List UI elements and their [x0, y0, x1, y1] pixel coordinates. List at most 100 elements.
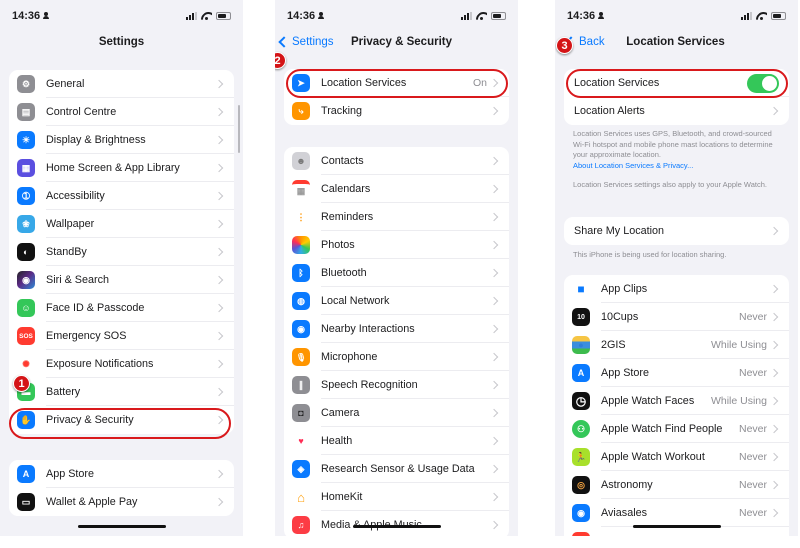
- settings-item-face-id[interactable]: ☺ Face ID & Passcode: [9, 294, 234, 322]
- chevron-right-icon: [214, 469, 224, 479]
- workout-icon: 🏃: [572, 448, 590, 466]
- chevron-right-icon: [489, 324, 499, 334]
- settings-item-display-brightness[interactable]: ☀ Display & Brightness: [9, 126, 234, 154]
- app-icon: [572, 532, 590, 536]
- share-location-note: This iPhone is being used for location s…: [573, 250, 727, 259]
- app-item-watch-faces[interactable]: ◷ Apple Watch Faces While Using: [564, 387, 789, 415]
- permission-value: While Using: [710, 395, 767, 407]
- privacy-item-health[interactable]: ♥ Health: [284, 427, 509, 455]
- permission-value: Never: [738, 479, 767, 491]
- app-item-2gis[interactable]: ● 2GIS While Using: [564, 331, 789, 359]
- settings-item-siri-search[interactable]: ◉ Siri & Search: [9, 266, 234, 294]
- chevron-right-icon: [489, 436, 499, 446]
- settings-item-general[interactable]: ⚙ General: [9, 70, 234, 98]
- bluetooth-icon: ᛒ: [292, 264, 310, 282]
- globe-icon: ◍: [292, 292, 310, 310]
- privacy-item-photos[interactable]: Photos: [284, 231, 509, 259]
- waveform-icon: ∥: [292, 376, 310, 394]
- privacy-item-calendars[interactable]: ▦ Calendars: [284, 175, 509, 203]
- chevron-right-icon: [489, 156, 499, 166]
- nearby-icon: ◉: [292, 320, 310, 338]
- settings-item-control-centre[interactable]: ▤ Control Centre: [9, 98, 234, 126]
- privacy-group-permissions: ☻ Contacts ▦ Calendars ⋮ Reminders Photos ᛒ…: [284, 147, 509, 536]
- settings-item-wallpaper[interactable]: ❀ Wallpaper: [9, 210, 234, 238]
- chevron-right-icon: [769, 226, 779, 236]
- permission-value: Never: [738, 367, 767, 379]
- exposure-icon: ✺: [17, 355, 35, 373]
- permission-value: While Using: [710, 339, 767, 351]
- chevron-right-icon: [214, 303, 224, 313]
- privacy-item-reminders[interactable]: ⋮ Reminders: [284, 203, 509, 231]
- privacy-item-local-network[interactable]: ◍ Local Network: [284, 287, 509, 315]
- sos-icon: SOS: [17, 327, 35, 345]
- 10cups-icon: 10: [572, 308, 590, 326]
- settings-item-wallet[interactable]: ▭ Wallet & Apple Pay: [9, 488, 234, 516]
- chevron-right-icon: [214, 135, 224, 145]
- person-icon: [318, 12, 325, 19]
- chevron-right-icon: [489, 380, 499, 390]
- home-indicator[interactable]: [352, 524, 441, 528]
- scrollbar[interactable]: [237, 105, 240, 153]
- privacy-item-contacts[interactable]: ☻ Contacts: [284, 147, 509, 175]
- find-people-icon: ⚇: [572, 420, 590, 438]
- battery-status-icon: [491, 12, 506, 20]
- tracking-icon: ⤷: [292, 102, 310, 120]
- app-item-aviasales[interactable]: ◉ Aviasales Never: [564, 499, 789, 527]
- privacy-item-microphone[interactable]: 🎙 Microphone: [284, 343, 509, 371]
- settings-item-home-screen[interactable]: ▦ Home Screen & App Library: [9, 154, 234, 182]
- accessibility-icon: ➀: [17, 187, 35, 205]
- about-location-privacy-link[interactable]: About Location Services & Privacy...: [573, 161, 784, 172]
- chevron-right-icon: [769, 396, 779, 406]
- chevron-right-icon: [489, 296, 499, 306]
- chevron-right-icon: [769, 340, 779, 350]
- chevron-right-icon: [214, 219, 224, 229]
- settings-item-app-store[interactable]: A App Store: [9, 460, 234, 488]
- privacy-item-bluetooth[interactable]: ᛒ Bluetooth: [284, 259, 509, 287]
- status-time: 14:36: [567, 10, 605, 22]
- chevron-right-icon: [489, 520, 499, 530]
- status-bar: 14:36: [567, 10, 786, 24]
- permission-value: Never: [738, 451, 767, 463]
- app-item-find-people[interactable]: ⚇ Apple Watch Find People Never: [564, 415, 789, 443]
- app-item-app-store[interactable]: A App Store Never: [564, 359, 789, 387]
- app-item-astronomy[interactable]: ◎ Astronomy Never: [564, 471, 789, 499]
- share-location-group: Share My Location: [564, 217, 789, 245]
- settings-group-store: A App Store ▭ Wallet & Apple Pay: [9, 460, 234, 516]
- settings-item-exposure[interactable]: ✺ Exposure Notifications: [9, 350, 234, 378]
- aviasales-icon: ◉: [572, 504, 590, 522]
- share-my-location-row[interactable]: Share My Location: [564, 217, 789, 245]
- location-alerts-row[interactable]: Location Alerts: [564, 97, 789, 125]
- privacy-item-speech-recognition[interactable]: ∥ Speech Recognition: [284, 371, 509, 399]
- back-button[interactable]: Settings: [278, 36, 334, 48]
- 2gis-icon: ●: [572, 336, 590, 354]
- chevron-right-icon: [489, 464, 499, 474]
- privacy-item-media-music[interactable]: ♫Media & Apple Music: [284, 511, 509, 536]
- settings-item-battery[interactable]: ▬ Battery: [9, 378, 234, 406]
- privacy-item-tracking[interactable]: ⤷ Tracking: [284, 97, 509, 125]
- nav-bar: Back Location Services: [555, 36, 798, 54]
- privacy-security-screen: 14:36 Settings Privacy & Security ➤ Locat…: [275, 0, 518, 536]
- settings-item-emergency-sos[interactable]: SOS Emergency SOS: [9, 322, 234, 350]
- person-icon: [43, 12, 50, 19]
- chevron-right-icon: [769, 508, 779, 518]
- step-badge-2: 2: [275, 52, 286, 69]
- chevron-right-icon: [214, 331, 224, 341]
- app-item-app-clips[interactable]: ■ App Clips: [564, 275, 789, 303]
- settings-item-standby[interactable]: ◐ StandBy: [9, 238, 234, 266]
- settings-item-accessibility[interactable]: ➀ Accessibility: [9, 182, 234, 210]
- app-item-partial[interactable]: [564, 527, 789, 536]
- home-indicator[interactable]: [77, 524, 166, 528]
- chevron-right-icon: [214, 163, 224, 173]
- chevron-right-icon: [769, 312, 779, 322]
- privacy-item-research-sensor[interactable]: ◈ Research Sensor & Usage Data: [284, 455, 509, 483]
- chevron-right-icon: [214, 191, 224, 201]
- status-time: 14:36: [287, 10, 325, 22]
- privacy-item-camera[interactable]: ◘ Camera: [284, 399, 509, 427]
- home-indicator[interactable]: [632, 524, 721, 528]
- privacy-item-homekit[interactable]: ⌂ HomeKit: [284, 483, 509, 511]
- watch-faces-icon: ◷: [572, 392, 590, 410]
- app-item-workout[interactable]: 🏃 Apple Watch Workout Never: [564, 443, 789, 471]
- step-badge-1: 1: [13, 375, 30, 392]
- privacy-item-nearby-interactions[interactable]: ◉ Nearby Interactions: [284, 315, 509, 343]
- app-item-10cups[interactable]: 10 10Cups Never: [564, 303, 789, 331]
